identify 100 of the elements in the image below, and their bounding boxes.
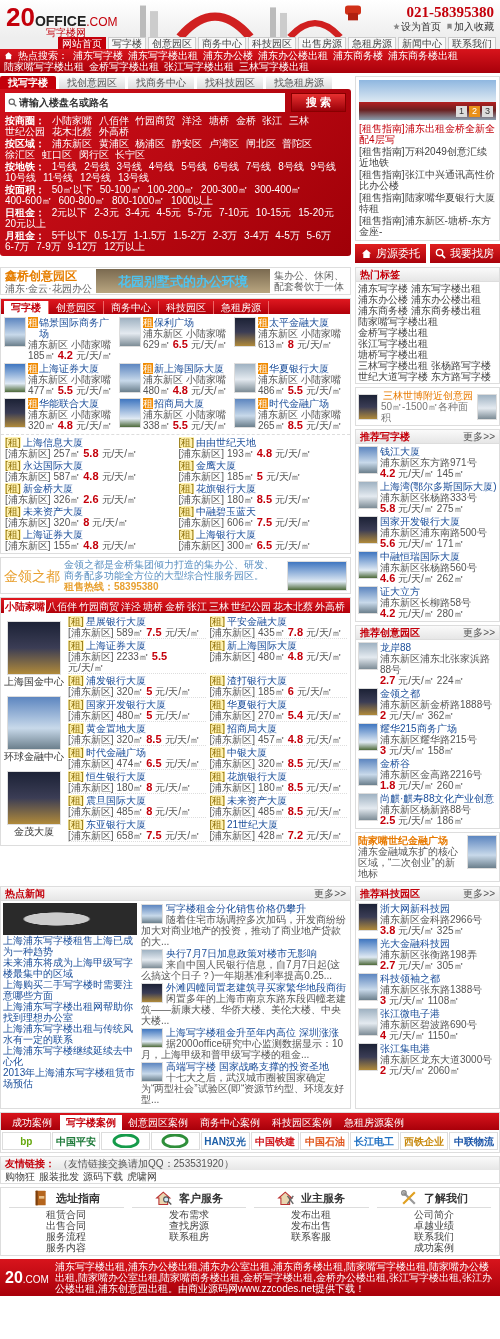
filter-option[interactable]: 2-3万 [212, 230, 238, 241]
nav-tab[interactable]: 急租房源 [348, 37, 396, 49]
featured-building-link[interactable]: 上海国金中心 [4, 675, 64, 687]
filter-option[interactable]: 600-800㎡ [58, 195, 106, 206]
news-link[interactable]: 上海浦东写字楼出租与传统风水有一定的联系 [3, 1023, 137, 1045]
building-link[interactable]: 中融碧玉蓝天 [196, 506, 257, 517]
footer-link[interactable]: 发布需求 [168, 1209, 209, 1220]
filter-option[interactable]: 6-7万 [5, 241, 30, 252]
news-link[interactable]: 上海浦东写字楼继续延续去中心化 [3, 1045, 137, 1067]
filter-option[interactable]: 5-6万 [306, 230, 331, 241]
featured-building-link[interactable]: 环球金融中心 [4, 751, 64, 762]
hot-search-link[interactable]: 浦东商务楼 [333, 50, 383, 61]
nav-tab[interactable]: 创意园区 [148, 37, 196, 49]
building-link[interactable]: 未来资产大厦 [227, 795, 288, 806]
building-link[interactable]: 龙岸88 [380, 642, 497, 653]
filter-option[interactable]: 7-10元 [219, 207, 250, 218]
district-tab[interactable]: 竹园商贸 [78, 600, 120, 613]
hot-search-link[interactable]: 浦东商务楼出租 [388, 50, 458, 61]
filter-option[interactable]: 10号线 [5, 172, 37, 183]
filter-option[interactable]: 5千以下 [51, 230, 88, 241]
filter-option[interactable]: 长宁区 [115, 149, 146, 160]
hot-search-link[interactable]: 浦东写字楼 [73, 50, 123, 61]
nav-tab[interactable]: 商务中心 [198, 37, 246, 49]
news-link[interactable]: 上海浦东写字楼租售上海已成为一种趋势 [3, 935, 137, 957]
listing-tab[interactable]: 科技园区 [159, 301, 214, 314]
filter-option[interactable]: 三林 [289, 115, 310, 126]
friend-link[interactable]: 服装批发 [39, 1171, 79, 1182]
footer-link[interactable]: 成功案例 [413, 1242, 454, 1253]
article-title[interactable]: 写字楼租金分化销售价格仍攀升 [141, 903, 348, 914]
article-title[interactable]: 高端写字楼 国家战略支撑的投资圣地 [141, 1061, 348, 1072]
filter-option[interactable]: 5号线 [181, 161, 207, 172]
footer-link[interactable]: 发布出售 [291, 1220, 332, 1231]
filter-option[interactable]: 50㎡以下 [51, 184, 93, 195]
search-button[interactable]: 搜 索 [290, 93, 346, 112]
filter-option[interactable]: 5-7元 [187, 207, 213, 218]
building-link[interactable]: 国家开发银行大厦 [380, 516, 487, 527]
filter-option[interactable]: 200-300㎡ [201, 184, 248, 195]
filter-option[interactable]: 8号线 [278, 161, 304, 172]
filter-option[interactable]: 卢湾区 [208, 138, 239, 149]
building-link[interactable]: 新金桥大厦 [22, 483, 73, 494]
filter-option[interactable]: 虹口区 [41, 149, 72, 160]
building-link[interactable]: 国家开发银行大厦 [85, 699, 166, 710]
building-link[interactable]: 金鹰大厦 [196, 460, 237, 471]
tag-link[interactable]: 张江写字楼出租 [358, 338, 428, 349]
hot-search-link[interactable]: 金桥写字楼出租 [89, 61, 159, 72]
nav-tab[interactable]: 联系我们 [448, 37, 496, 49]
district-tab[interactable]: 洋泾 [120, 600, 142, 613]
company-logo[interactable]: 长江电工 [349, 1132, 399, 1150]
district-tab[interactable]: 金桥 [164, 600, 186, 613]
filter-option[interactable]: 黄浦区 [98, 138, 129, 149]
case-tab[interactable]: 科技园区案例 [266, 1115, 338, 1130]
building-link[interactable]: 上海证券大厦 [22, 529, 83, 540]
building-link[interactable]: 科技领袖之都 [380, 973, 483, 984]
filter-option[interactable]: 50-100㎡ [99, 184, 141, 195]
building-link[interactable]: 中银大厦 [227, 747, 268, 758]
listing-tab[interactable]: 写字楼 [4, 301, 49, 314]
nav-tab[interactable]: 出售房源 [298, 37, 346, 49]
filter-option[interactable]: 3-4万 [244, 230, 269, 241]
filter-option[interactable]: 11号线 [42, 172, 74, 183]
building-link[interactable]: 花旗银行大厦 [196, 483, 257, 494]
filter-option[interactable]: 浦东新区 [51, 138, 92, 149]
ad-banner[interactable]: 鑫桥创意园区 浦东·金云·花园办公 花园别墅式的办公环境 集办公、休闲、配套餐饮于一体 [0, 267, 351, 295]
news-link[interactable]: 未来浦东将成为上海甲级写字楼最集中的区域 [3, 957, 137, 979]
building-link[interactable]: 上海湾(鄂尔多斯国际大厦) [380, 481, 497, 492]
set-homepage-link[interactable]: 设为首页 [401, 21, 441, 32]
filter-option[interactable]: 13号线 [118, 172, 150, 183]
nav-tab[interactable]: 写字楼 [108, 37, 146, 49]
filter-option[interactable]: 12号线 [80, 172, 112, 183]
filter-option[interactable]: 2号线 [84, 161, 110, 172]
company-logo[interactable]: 中国平安 [51, 1132, 101, 1150]
building-link[interactable]: 时代金融广场 [269, 398, 329, 409]
district-tab[interactable]: 外高桥 [314, 600, 346, 613]
building-link[interactable]: 由由世纪天地 [196, 437, 257, 448]
tag-link[interactable]: 浦东写字楼 [358, 283, 408, 294]
footer-link[interactable]: 联系我们 [413, 1231, 454, 1242]
company-logo[interactable]: 中国石油 [300, 1132, 349, 1150]
district-tab[interactable]: 塘桥 [142, 600, 164, 613]
filter-option[interactable]: 闵行区 [78, 149, 109, 160]
filter-option[interactable]: 闸北区 [245, 138, 276, 149]
filter-option[interactable]: 4-5元 [156, 207, 182, 218]
building-link[interactable]: 光大金融科技园 [380, 938, 477, 949]
friend-link[interactable]: 源码下载 [83, 1171, 123, 1182]
news-link[interactable]: [租售指南]万科2049创意汇续近地铁 [359, 146, 496, 168]
building-link[interactable]: 未来资产大厦 [22, 506, 83, 517]
friend-link[interactable]: 购物狂 [5, 1171, 35, 1182]
filter-option[interactable]: 金桥 [235, 115, 256, 126]
building-link[interactable]: 浙大网新科技园 [380, 903, 483, 914]
filter-option[interactable]: 杨浦区 [135, 138, 166, 149]
more-link[interactable]: 更多>> [463, 627, 495, 638]
footer-link[interactable]: 服务流程 [46, 1231, 87, 1242]
building-link[interactable]: 锦景国际商务广场 [39, 317, 117, 339]
tag-link[interactable]: 三林写字楼出租 [358, 360, 428, 371]
more-link[interactable]: 更多>> [314, 888, 346, 899]
filter-option[interactable]: 张江 [262, 115, 283, 126]
footer-link[interactable]: 发布出租 [291, 1209, 332, 1220]
hot-search-link[interactable]: 浦东办公楼 [203, 50, 253, 61]
building-link[interactable]: 招商局大厦 [227, 723, 278, 734]
building-link[interactable]: 永达国际大厦 [22, 460, 83, 471]
search-tab[interactable]: 找急租房源 [266, 76, 332, 89]
filter-option[interactable]: 1号线 [51, 161, 78, 172]
